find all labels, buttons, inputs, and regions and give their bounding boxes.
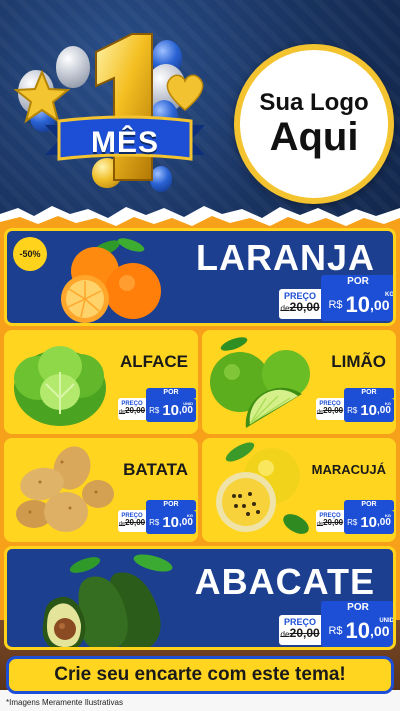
discount-badge: -50% — [13, 237, 47, 271]
price-dec: ,00 — [179, 516, 193, 528]
unit-label: UNID — [183, 401, 193, 406]
orange-fruit-icon — [61, 238, 161, 323]
price-tag: POR PREÇO de20,00 R$ 10 ,00 KG — [316, 388, 394, 424]
old-price: PREÇO de20,00 — [316, 398, 344, 420]
product-card-batata[interactable]: BATATA POR PREÇO de20,00 R$ 10 ,00 KG — [4, 438, 198, 542]
por-label: POR — [344, 500, 394, 510]
ribbon-text: MÊS — [90, 126, 159, 159]
header-banner: MÊS Sua Logo Aqui — [0, 0, 400, 222]
passion-fruit-icon — [216, 442, 309, 534]
unit-label: UNID — [379, 618, 394, 624]
logo-line-2: Aqui — [269, 115, 359, 160]
por-label: POR — [321, 275, 393, 289]
currency: R$ — [149, 405, 160, 415]
price-tag: POR PREÇO de20,00 R$ 10 ,00 KG — [118, 500, 196, 536]
lime-icon — [210, 337, 310, 428]
price-tag: POR PREÇO de20,00 R$ 10 ,00 UNID — [118, 388, 196, 424]
price-tag: POR PREÇO de20,00 R$ 10 ,00 UNID — [279, 601, 394, 647]
old-price-value: de20,00 — [316, 518, 344, 527]
product-name: MARACUJÁ — [311, 462, 386, 477]
price-dec: ,00 — [377, 404, 391, 416]
new-price: R$ 10 ,00 KG — [344, 398, 394, 422]
price-dec: ,00 — [377, 516, 391, 528]
new-price: R$ 10 ,00 KG — [344, 510, 394, 534]
heart-balloon-icon — [166, 74, 204, 111]
footnote: *Imagens Meramente Ilustrativas — [6, 698, 123, 707]
price-int: 10 — [345, 618, 371, 643]
logo-placeholder[interactable]: Sua Logo Aqui — [234, 44, 394, 204]
price-int: 10 — [360, 401, 377, 419]
unit-label: KG — [187, 513, 193, 518]
por-label: POR — [344, 388, 394, 398]
currency: R$ — [149, 517, 160, 527]
currency: R$ — [347, 405, 358, 415]
por-label: POR — [146, 388, 196, 398]
product-card-alface[interactable]: ALFACE POR PREÇO de20,00 R$ 10 ,00 UNID — [4, 330, 198, 434]
currency: R$ — [328, 625, 343, 637]
price-tag: POR PREÇO de20,00 R$ 10 ,00 KG — [279, 275, 394, 323]
new-price: R$ 10 ,00 KG — [321, 289, 394, 321]
old-price: PREÇO de20,00 — [279, 615, 321, 645]
price-tag: POR PREÇO de20,00 R$ 10 ,00 KG — [316, 500, 394, 536]
logo-line-1: Sua Logo — [259, 88, 369, 116]
product-card-maracuja[interactable]: MARACUJÁ POR PREÇO de20,00 R$ 10 ,00 KG — [202, 438, 396, 542]
old-price: PREÇO de20,00 — [118, 398, 146, 420]
old-price: PREÇO de20,00 — [118, 510, 146, 532]
price-int: 10 — [162, 513, 179, 531]
price-int: 10 — [360, 513, 377, 531]
old-price-value: de20,00 — [316, 406, 344, 415]
product-name: ALFACE — [120, 352, 188, 371]
product-name: LARANJA — [195, 237, 375, 278]
product-card-laranja[interactable]: -50% LARANJA POR PREÇO de20,00 R$ 10 ,00… — [4, 228, 396, 326]
price-int: 10 — [345, 292, 371, 317]
price-dec: ,00 — [370, 297, 390, 313]
product-name: ABACATE — [194, 561, 375, 602]
currency: R$ — [328, 299, 343, 311]
new-price: R$ 10 ,00 KG — [146, 510, 196, 534]
lettuce-icon — [14, 346, 106, 426]
torn-paper-edge — [0, 206, 400, 230]
unit-label: KG — [385, 513, 391, 518]
old-price-value: de20,00 — [118, 518, 146, 527]
old-price-value: de20,00 — [280, 626, 320, 640]
product-card-limao[interactable]: LIMÃO POR PREÇO de20,00 R$ 10 ,00 KG — [202, 330, 396, 434]
old-price: PREÇO de20,00 — [316, 510, 344, 532]
por-label: POR — [321, 601, 393, 615]
unit-label: KG — [385, 401, 391, 406]
potato-icon — [16, 446, 114, 532]
product-name: LIMÃO — [331, 352, 386, 371]
new-price: R$ 10 ,00 UNID — [146, 398, 196, 422]
old-price: PREÇO de20,00 — [279, 289, 321, 319]
price-int: 10 — [162, 401, 179, 419]
price-dec: ,00 — [179, 404, 193, 416]
old-price-value: de20,00 — [280, 300, 320, 314]
por-label: POR — [146, 500, 196, 510]
avocado-icon — [42, 554, 173, 647]
price-dec: ,00 — [370, 623, 390, 639]
old-price-value: de20,00 — [118, 406, 146, 415]
product-name: BATATA — [123, 460, 188, 479]
new-price: R$ 10 ,00 UNID — [321, 615, 394, 647]
number-one-badge-icon — [95, 33, 153, 181]
product-card-abacate[interactable]: ABACATE POR PREÇO de20,00 R$ 10 ,00 UNID — [4, 546, 396, 650]
cta-banner[interactable]: Crie seu encarte com este tema! — [6, 656, 394, 694]
unit-label: KG — [385, 292, 394, 298]
currency: R$ — [347, 517, 358, 527]
